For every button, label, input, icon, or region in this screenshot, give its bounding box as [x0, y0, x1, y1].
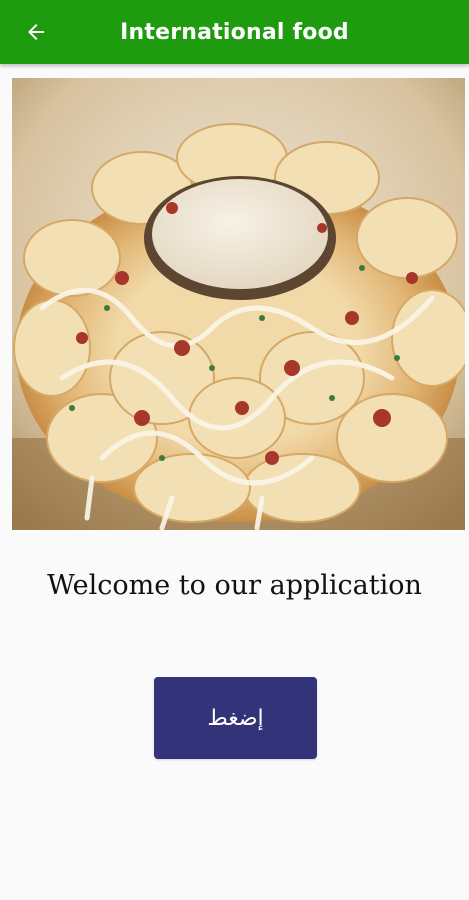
press-button[interactable]: إضغط — [154, 677, 317, 759]
app-title: International food — [120, 19, 349, 45]
welcome-text: Welcome to our application — [47, 570, 422, 601]
app-bar: International food — [0, 0, 469, 64]
food-image — [12, 78, 465, 530]
